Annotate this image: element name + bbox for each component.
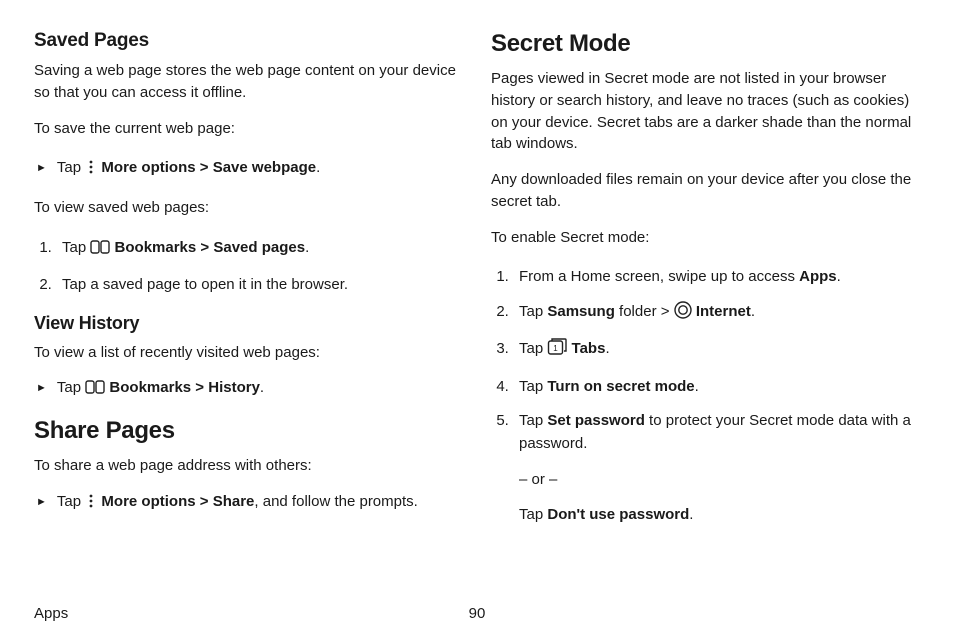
step-text: Tap More options > Share, and follow the… bbox=[57, 491, 418, 517]
heading-saved-pages: Saved Pages bbox=[34, 30, 463, 52]
period: . bbox=[689, 506, 693, 523]
heading-share-pages: Share Pages bbox=[34, 417, 463, 445]
label-more-options: More options bbox=[101, 493, 195, 510]
label-set-password: Set password bbox=[547, 412, 645, 429]
list-item: Tap Bookmarks > Saved pages. bbox=[56, 237, 463, 263]
step-text: Tap More options > Save webpage. bbox=[57, 157, 320, 183]
list-item: Tap Samsung folder > Internet. bbox=[513, 301, 920, 327]
share-step: ► Tap More options > Share, and follow t… bbox=[34, 491, 463, 517]
period: . bbox=[305, 239, 309, 256]
page-footer: Apps 90 bbox=[34, 605, 920, 622]
svg-text:1: 1 bbox=[554, 344, 559, 353]
period: . bbox=[751, 303, 755, 320]
left-column: Saved Pages Saving a web page stores the… bbox=[34, 30, 463, 590]
triangle-bullet-icon: ► bbox=[36, 380, 47, 397]
list-item: From a Home screen, swipe up to access A… bbox=[513, 266, 920, 289]
text-tap: Tap bbox=[519, 506, 547, 523]
enable-secret-steps: From a Home screen, swipe up to access A… bbox=[491, 266, 920, 455]
label-samsung: Samsung bbox=[547, 303, 615, 320]
internet-icon bbox=[674, 301, 692, 327]
label-dont-use-password: Don't use password bbox=[547, 506, 689, 523]
label-bookmarks: Bookmarks bbox=[115, 239, 197, 256]
list-item: Tap Set password to protect your Secret … bbox=[513, 410, 920, 455]
share-lead: To share a web page address with others: bbox=[34, 455, 463, 477]
save-current-step: ► Tap More options > Save webpage. bbox=[34, 157, 463, 183]
label-share: Share bbox=[213, 493, 255, 510]
footer-section: Apps bbox=[34, 605, 68, 622]
label-bookmarks: Bookmarks bbox=[109, 379, 191, 396]
text-tap: Tap bbox=[62, 239, 90, 256]
label-apps: Apps bbox=[799, 268, 837, 285]
label-save-webpage: Save webpage bbox=[213, 159, 316, 176]
tabs-icon: 1 bbox=[547, 338, 567, 364]
text-tap: Tap bbox=[519, 378, 547, 395]
view-saved-steps: Tap Bookmarks > Saved pages. Tap a saved… bbox=[34, 237, 463, 297]
list-item: Tap 1 Tabs. bbox=[513, 338, 920, 364]
list-item: Tap Turn on secret mode. bbox=[513, 376, 920, 399]
save-current-lead: To save the current web page: bbox=[34, 118, 463, 140]
label-tabs: Tabs bbox=[572, 340, 606, 357]
label-turn-on-secret: Turn on secret mode bbox=[547, 378, 694, 395]
period: . bbox=[316, 159, 320, 176]
view-history-lead: To view a list of recently visited web p… bbox=[34, 342, 463, 364]
text-tap: Tap bbox=[57, 159, 85, 176]
saved-pages-intro: Saving a web page stores the web page co… bbox=[34, 60, 463, 104]
separator: > bbox=[196, 159, 213, 176]
separator: > bbox=[196, 493, 213, 510]
text-tap: Tap bbox=[519, 340, 547, 357]
triangle-bullet-icon: ► bbox=[36, 160, 47, 177]
text-tap: Tap bbox=[57, 379, 85, 396]
period: . bbox=[605, 340, 609, 357]
label-history: History bbox=[208, 379, 260, 396]
secret-p1: Pages viewed in Secret mode are not list… bbox=[491, 68, 920, 155]
heading-view-history: View History bbox=[34, 313, 463, 334]
separator: > bbox=[196, 239, 213, 256]
heading-secret-mode: Secret Mode bbox=[491, 30, 920, 58]
right-column: Secret Mode Pages viewed in Secret mode … bbox=[491, 30, 920, 590]
step-text: Tap Bookmarks > History. bbox=[57, 377, 264, 403]
text-tap: Tap bbox=[57, 493, 85, 510]
triangle-bullet-icon: ► bbox=[36, 494, 47, 511]
or-line: – or – bbox=[519, 469, 920, 492]
period: . bbox=[260, 379, 264, 396]
label-more-options: More options bbox=[101, 159, 195, 176]
enable-secret-lead: To enable Secret mode: bbox=[491, 227, 920, 249]
page-number: 90 bbox=[469, 605, 486, 622]
text: folder > bbox=[615, 303, 674, 320]
text: From a Home screen, swipe up to access bbox=[519, 268, 799, 285]
page-content: Saved Pages Saving a web page stores the… bbox=[0, 0, 954, 590]
text-tap: Tap bbox=[519, 412, 547, 429]
more-options-icon bbox=[85, 159, 97, 183]
text-tap: Tap bbox=[519, 303, 547, 320]
bookmarks-icon bbox=[85, 379, 105, 403]
dont-use-pw: Tap Don't use password. bbox=[519, 504, 920, 527]
period: . bbox=[837, 268, 841, 285]
label-internet: Internet bbox=[696, 303, 751, 320]
separator: > bbox=[191, 379, 208, 396]
period: . bbox=[695, 378, 699, 395]
view-saved-lead: To view saved web pages: bbox=[34, 197, 463, 219]
bookmarks-icon bbox=[90, 239, 110, 263]
label-saved-pages: Saved pages bbox=[213, 239, 305, 256]
secret-p2: Any downloaded files remain on your devi… bbox=[491, 169, 920, 213]
more-options-icon bbox=[85, 493, 97, 517]
view-history-step: ► Tap Bookmarks > History. bbox=[34, 377, 463, 403]
list-item: Tap a saved page to open it in the brows… bbox=[56, 274, 463, 297]
text-suffix: , and follow the prompts. bbox=[254, 493, 417, 510]
